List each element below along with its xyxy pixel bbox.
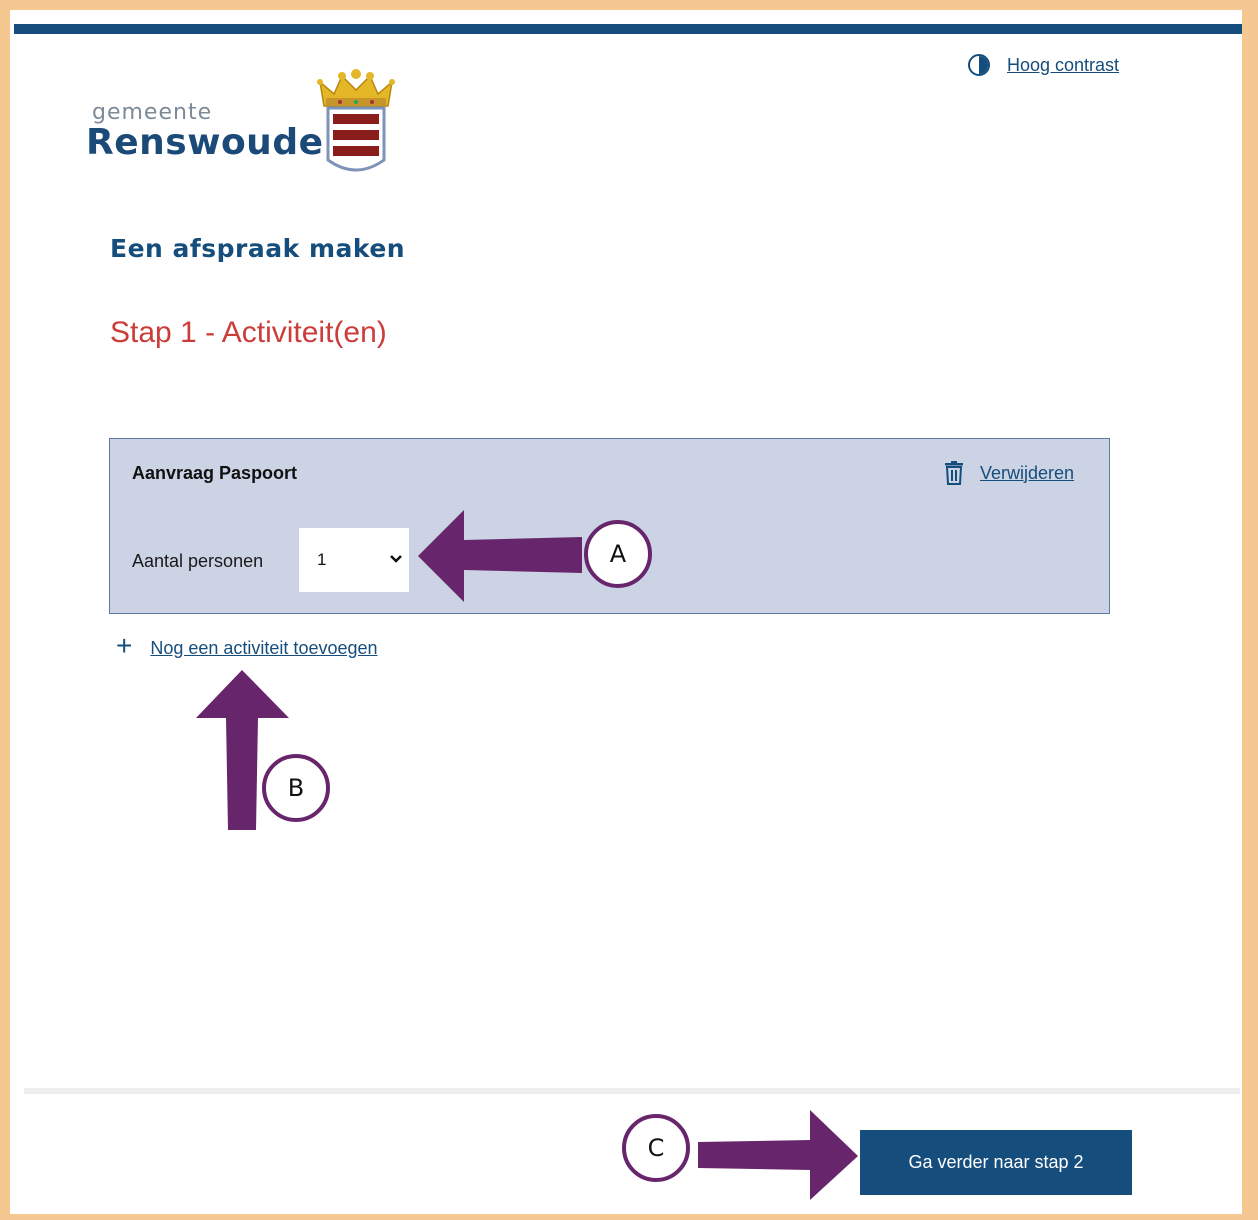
arrow-a <box>418 510 582 602</box>
marker-c-label: C <box>647 1134 665 1162</box>
instruction-arrows <box>196 510 858 1200</box>
arrow-c <box>698 1110 858 1200</box>
marker-a-label: A <box>609 540 627 568</box>
marker-b-label: B <box>287 774 305 802</box>
marker-c: C <box>622 1114 690 1182</box>
marker-a: A <box>584 520 652 588</box>
marker-b: B <box>262 754 330 822</box>
